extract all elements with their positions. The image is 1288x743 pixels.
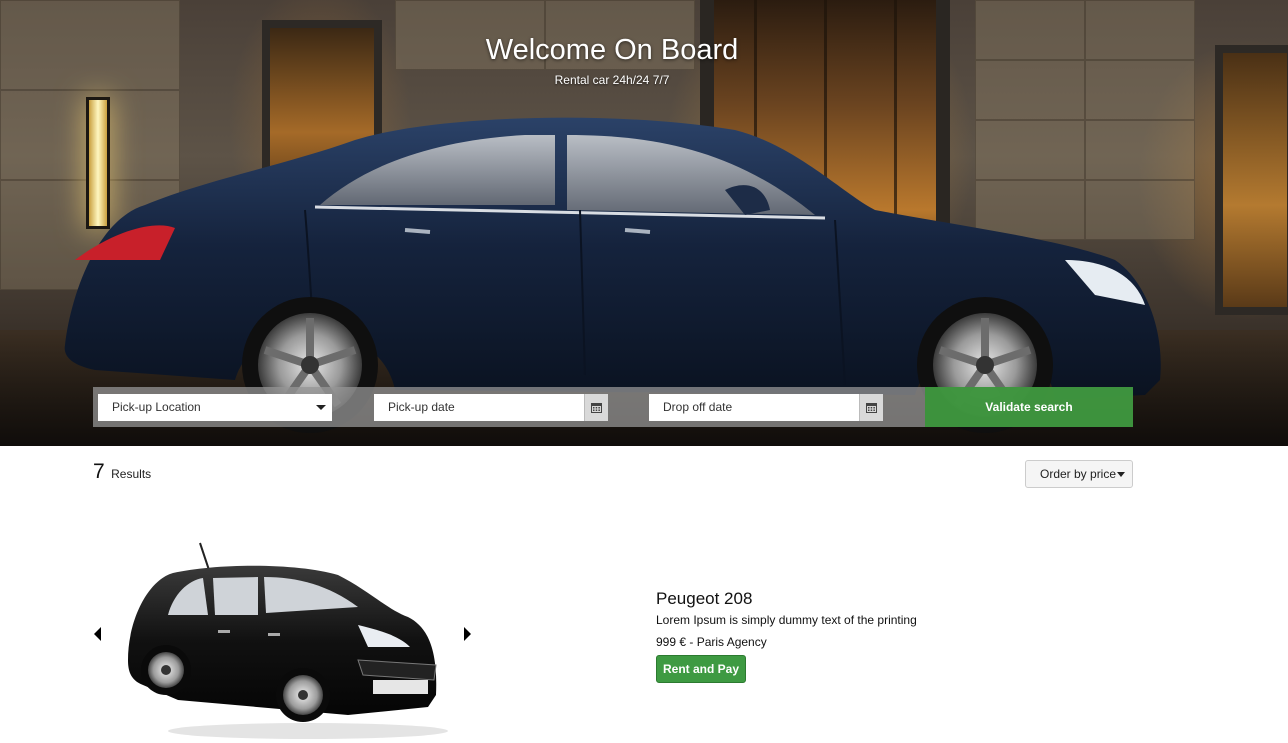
chevron-down-icon [1117,472,1126,478]
car-details: Peugeot 208 Lorem Ipsum is simply dummy … [656,589,917,683]
order-by-price-button[interactable]: Order by price [1025,460,1133,488]
arrow-left-icon[interactable] [94,627,101,641]
validate-search-button[interactable]: Validate search [925,387,1133,427]
car-image [128,542,448,739]
results-count: 7 [93,460,105,483]
search-bar: Pick-up Location Pick-up date Drop off d… [93,387,1133,427]
car-price-agency: 999 € - Paris Agency [656,635,767,649]
car-name: Peugeot 208 [656,589,753,608]
results-summary: 7 Results [93,460,151,484]
car-image-carousel [88,530,478,743]
calendar-icon[interactable] [584,394,608,421]
car-description: Lorem Ipsum is simply dummy text of the … [656,613,917,627]
hero-banner: Welcome On Board Rental car 24h/24 7/7 [0,0,1288,446]
results-label: Results [111,467,152,481]
rent-and-pay-button[interactable]: Rent and Pay [656,655,747,683]
pickup-location-select[interactable]: Pick-up Location [98,394,332,421]
calendar-icon[interactable] [859,394,883,421]
chevron-down-icon [316,405,326,410]
arrow-right-icon[interactable] [464,627,471,641]
pickup-date-input[interactable]: Pick-up date [374,394,608,421]
order-by-price-label: Order by price [1040,467,1117,481]
pickup-location-label: Pick-up Location [112,400,201,414]
pickup-date-placeholder: Pick-up date [388,400,455,414]
hero-title: Welcome On Board [485,34,739,66]
hero-subtitle: Rental car 24h/24 7/7 [554,73,670,87]
dropoff-date-placeholder: Drop off date [663,400,733,414]
dropoff-date-input[interactable]: Drop off date [649,394,883,421]
building-window [1215,45,1288,315]
